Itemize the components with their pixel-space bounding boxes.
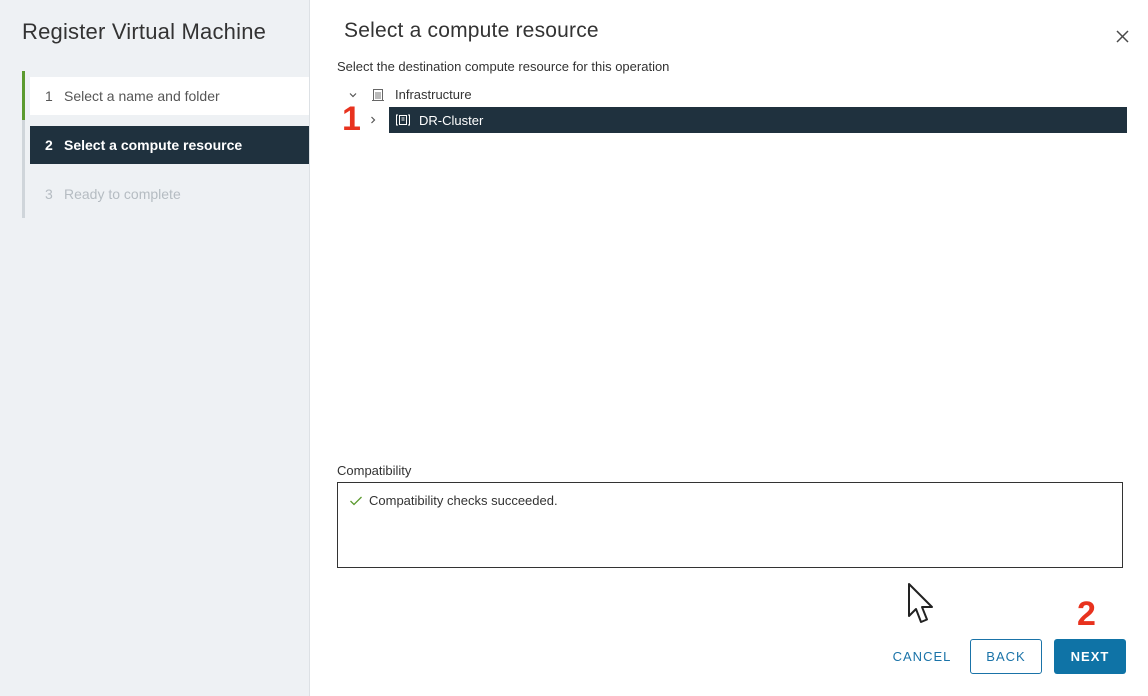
- step-name-and-folder[interactable]: 1 Select a name and folder: [22, 71, 309, 120]
- cancel-button[interactable]: CANCEL: [880, 639, 964, 674]
- tree-node-label: Infrastructure: [395, 87, 472, 102]
- annotation-marker-1: 1: [342, 100, 361, 138]
- page-subtitle: Select the destination compute resource …: [337, 59, 670, 74]
- check-icon: [349, 495, 363, 507]
- next-button[interactable]: NEXT: [1054, 639, 1126, 674]
- cluster-icon: [395, 112, 411, 128]
- step-label: Ready to complete: [64, 186, 181, 202]
- wizard-sidebar: Register Virtual Machine 1 Select a name…: [0, 0, 310, 696]
- close-icon[interactable]: [1113, 26, 1133, 46]
- step-ready-to-complete: 3 Ready to complete: [22, 169, 309, 218]
- step-compute-resource[interactable]: 2 Select a compute resource: [22, 120, 309, 169]
- compatibility-message: Compatibility checks succeeded.: [349, 493, 558, 508]
- annotation-marker-2: 2: [1077, 595, 1096, 633]
- compute-resource-tree: Infrastructure DR-Cluster: [337, 82, 1127, 133]
- step-label: Select a compute resource: [64, 137, 243, 153]
- compatibility-panel: Compatibility checks succeeded.: [337, 482, 1123, 568]
- compatibility-label: Compatibility: [337, 463, 412, 478]
- tree-node-infrastructure[interactable]: Infrastructure: [337, 82, 1127, 107]
- page-title: Select a compute resource: [344, 19, 599, 42]
- step-number: 3: [45, 186, 53, 202]
- chevron-right-icon[interactable]: [367, 114, 379, 126]
- mouse-pointer-icon: [906, 582, 940, 633]
- datacenter-icon: [370, 87, 386, 103]
- register-vm-dialog: Register Virtual Machine 1 Select a name…: [0, 0, 1148, 696]
- wizard-steps: 1 Select a name and folder 2 Select a co…: [22, 71, 309, 218]
- tree-node-selected[interactable]: DR-Cluster: [389, 107, 1127, 133]
- back-button[interactable]: BACK: [970, 639, 1042, 674]
- wizard-title: Register Virtual Machine: [22, 19, 267, 44]
- compatibility-message-text: Compatibility checks succeeded.: [369, 493, 558, 508]
- step-number: 2: [45, 137, 53, 153]
- tree-node-label: DR-Cluster: [419, 112, 484, 128]
- tree-node-dr-cluster[interactable]: DR-Cluster: [337, 107, 1127, 133]
- step-number: 1: [45, 88, 53, 104]
- step-label: Select a name and folder: [64, 88, 220, 104]
- chevron-down-icon[interactable]: [347, 89, 359, 101]
